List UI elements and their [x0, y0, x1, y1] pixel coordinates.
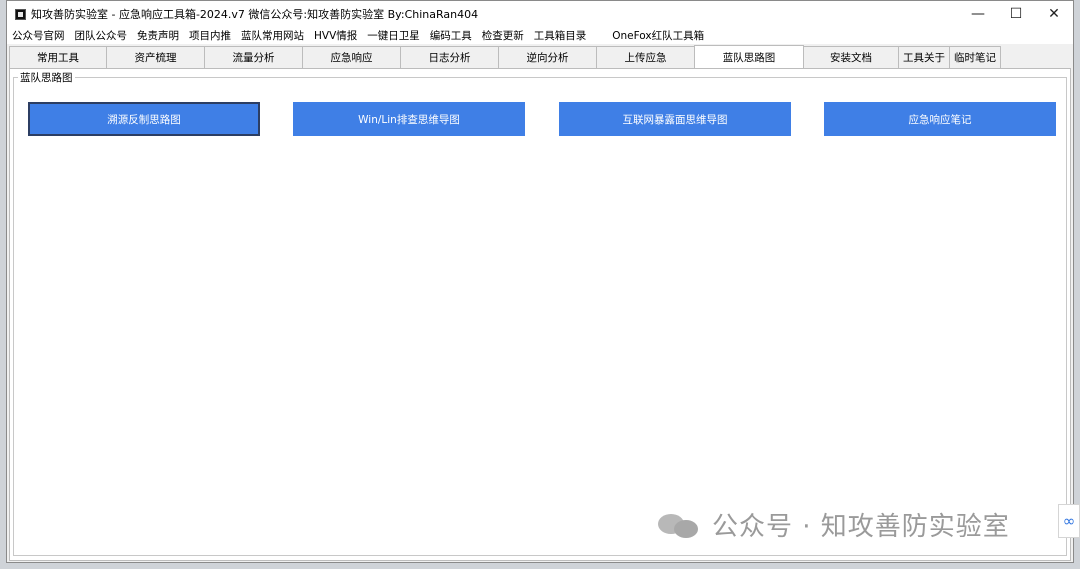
app-icon [15, 8, 26, 20]
watermark: 公众号 · 知攻善防实验室 [658, 506, 1010, 543]
window-controls: — ☐ ✕ [959, 1, 1073, 27]
side-share-icon[interactable]: ∞ [1058, 504, 1080, 538]
menu-team-account[interactable]: 团队公众号 [75, 28, 128, 43]
tab-reverse-analysis[interactable]: 逆向分析 [498, 46, 597, 68]
traceback-mindmap-button[interactable]: 溯源反制思路图 [28, 102, 260, 136]
tab-log-analysis[interactable]: 日志分析 [400, 46, 499, 68]
tab-about[interactable]: 工具关于 [898, 46, 950, 68]
menu-official-site[interactable]: 公众号官网 [12, 28, 65, 43]
tab-upload-emergency[interactable]: 上传应急 [596, 46, 695, 68]
tab-install-docs[interactable]: 安装文档 [803, 46, 899, 68]
tab-blue-team-mindmap[interactable]: 蓝队思路图 [694, 45, 804, 68]
menu-toolbox-catalog[interactable]: 工具箱目录 [534, 28, 587, 43]
minimize-icon[interactable]: — [959, 1, 997, 27]
menu-onefox[interactable]: OneFox红队工具箱 [612, 28, 704, 43]
menu-bar: 公众号官网 团队公众号 免责声明 项目内推 蓝队常用网站 HVV情报 一键日卫星… [7, 27, 1073, 44]
exposure-mindmap-button[interactable]: 互联网暴露面思维导图 [559, 102, 791, 136]
tab-emergency-response[interactable]: 应急响应 [302, 46, 401, 68]
maximize-icon[interactable]: ☐ [997, 1, 1035, 27]
tab-bar: 常用工具 资产梳理 流量分析 应急响应 日志分析 逆向分析 上传应急 蓝队思路图… [9, 45, 1073, 68]
wechat-icon [658, 510, 702, 540]
window-title: 知攻善防实验室 - 应急响应工具箱-2024.v7 微信公众号:知攻善防实验室 … [31, 8, 479, 21]
tab-traffic-analysis[interactable]: 流量分析 [204, 46, 303, 68]
tab-notes[interactable]: 临时笔记 [949, 46, 1001, 68]
tab-panel: 蓝队思路图 溯源反制思路图 Win/Lin排查思维导图 互联网暴露面思维导图 应… [9, 68, 1071, 561]
blue-team-group: 蓝队思路图 溯源反制思路图 Win/Lin排查思维导图 互联网暴露面思维导图 应… [13, 70, 1067, 556]
menu-referral[interactable]: 项目内推 [189, 28, 231, 43]
menu-check-update[interactable]: 检查更新 [482, 28, 524, 43]
emergency-notes-button[interactable]: 应急响应笔记 [824, 102, 1056, 136]
tab-common-tools[interactable]: 常用工具 [9, 46, 107, 68]
menu-disclaimer[interactable]: 免责声明 [137, 28, 179, 43]
watermark-text: 公众号 · 知攻善防实验室 [712, 512, 1010, 542]
menu-satellite[interactable]: 一键日卫星 [367, 28, 420, 43]
tab-asset-sorting[interactable]: 资产梳理 [106, 46, 205, 68]
win-lin-mindmap-button[interactable]: Win/Lin排查思维导图 [293, 102, 525, 136]
menu-encoding-tools[interactable]: 编码工具 [430, 28, 472, 43]
menu-hvv-intel[interactable]: HVV情报 [314, 28, 357, 43]
menu-blue-team-sites[interactable]: 蓝队常用网站 [241, 28, 304, 43]
group-title: 蓝队思路图 [18, 70, 75, 85]
app-window: 知攻善防实验室 - 应急响应工具箱-2024.v7 微信公众号:知攻善防实验室 … [6, 0, 1074, 563]
title-bar: 知攻善防实验室 - 应急响应工具箱-2024.v7 微信公众号:知攻善防实验室 … [7, 1, 1073, 27]
close-icon[interactable]: ✕ [1035, 1, 1073, 27]
